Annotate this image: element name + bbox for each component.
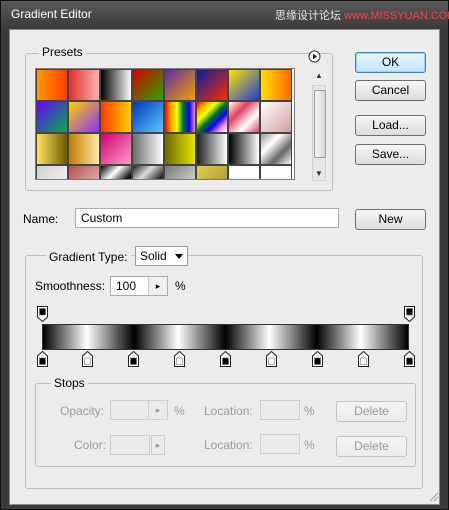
preset-swatch[interactable] [196, 69, 228, 101]
scrollbar-thumb[interactable] [314, 90, 326, 158]
resize-grip-icon[interactable] [429, 492, 439, 502]
window-title: Gradient Editor [11, 7, 92, 21]
preset-swatch[interactable] [164, 133, 196, 165]
smoothness-value: 100 [116, 279, 137, 293]
name-field[interactable]: Custom [75, 208, 339, 228]
new-button[interactable]: New [355, 209, 426, 230]
opacity-label: Opacity: [60, 404, 105, 418]
opacity-location-field[interactable] [260, 400, 300, 420]
cancel-button[interactable]: Cancel [355, 80, 426, 101]
preset-swatch[interactable] [36, 165, 68, 179]
chevron-down-icon [175, 254, 183, 259]
preset-swatch[interactable] [132, 133, 164, 165]
gradient-preview-bar[interactable] [42, 324, 409, 350]
smoothness-field[interactable]: 100 ▸ [110, 276, 168, 296]
preset-swatch[interactable] [228, 69, 260, 101]
gradient-type-select[interactable]: Solid [135, 246, 188, 266]
color-swatch-field[interactable] [110, 435, 150, 455]
stops-legend: Stops [51, 376, 88, 390]
save-button[interactable]: Save... [355, 144, 426, 165]
opacity-field[interactable]: ▸ [110, 400, 168, 420]
watermark-url: www.MISSYUAN.COM [344, 10, 449, 22]
preset-swatch[interactable] [228, 101, 260, 133]
opacity-location-unit: % [304, 404, 315, 418]
preset-swatch[interactable] [100, 133, 132, 165]
color-stop[interactable] [357, 350, 369, 367]
preset-swatch[interactable] [260, 69, 292, 101]
color-stop[interactable] [174, 350, 186, 367]
preset-swatch[interactable] [260, 165, 292, 179]
opacity-stop[interactable] [36, 306, 48, 323]
gradient-type-value: Solid [140, 249, 167, 263]
preset-swatch[interactable] [132, 101, 164, 133]
opacity-unit: % [174, 404, 185, 418]
ok-button[interactable]: OK [355, 52, 426, 73]
opacity-delete-button[interactable]: Delete [336, 401, 407, 422]
preset-swatch[interactable] [68, 165, 100, 179]
preset-swatch[interactable] [164, 165, 196, 179]
color-location-field[interactable] [260, 434, 300, 454]
opacity-location-label: Location: [204, 404, 253, 418]
preset-swatch[interactable] [100, 165, 132, 179]
name-label: Name: [23, 212, 59, 226]
smoothness-unit: % [175, 279, 186, 293]
presets-swatch-grid [35, 68, 295, 180]
preset-swatch[interactable] [100, 101, 132, 133]
circle-triangle-right-icon[interactable] [308, 50, 321, 63]
color-delete-button[interactable]: Delete [336, 436, 407, 457]
preset-swatch[interactable] [260, 133, 292, 165]
preset-swatch[interactable] [68, 133, 100, 165]
preset-swatch[interactable] [132, 69, 164, 101]
preset-swatch[interactable] [100, 69, 132, 101]
scroll-down-arrow[interactable]: ▼ [312, 167, 326, 181]
gradient-type-label: Gradient Type: [46, 250, 131, 264]
color-location-unit: % [304, 438, 315, 452]
color-stop[interactable] [311, 350, 323, 367]
color-stop[interactable] [128, 350, 140, 367]
smoothness-label: Smoothness: [35, 279, 106, 293]
preset-swatch[interactable] [196, 101, 228, 133]
preset-swatch[interactable] [36, 101, 68, 133]
scroll-up-arrow[interactable]: ▲ [312, 68, 326, 84]
load-button[interactable]: Load... [355, 115, 426, 136]
color-label: Color: [74, 438, 107, 452]
gradient-editor-window: Gradient Editor 思缘设计论坛 www.MISSYUAN.COM … [0, 0, 449, 510]
color-location-label: Location: [204, 438, 253, 452]
preset-swatch[interactable] [132, 165, 164, 179]
watermark: 思缘设计论坛 www.MISSYUAN.COM [275, 7, 449, 23]
preset-swatch[interactable] [164, 101, 196, 133]
color-stop[interactable] [403, 350, 415, 367]
preset-swatch[interactable] [196, 165, 228, 179]
preset-swatch[interactable] [36, 133, 68, 165]
presets-legend: Presets [39, 45, 86, 59]
watermark-chinese: 思缘设计论坛 [275, 10, 341, 22]
color-stop[interactable] [265, 350, 277, 367]
preset-swatch[interactable] [260, 101, 292, 133]
opacity-stop[interactable] [403, 306, 415, 323]
color-stop[interactable] [82, 350, 94, 367]
preset-swatch[interactable] [68, 69, 100, 101]
preset-swatch[interactable] [36, 69, 68, 101]
color-menu-arrow-icon[interactable]: ▸ [151, 435, 165, 455]
preset-swatch[interactable] [68, 101, 100, 133]
preset-swatch[interactable] [228, 165, 260, 179]
smoothness-dropdown-icon[interactable]: ▸ [148, 277, 167, 295]
preset-swatch[interactable] [196, 133, 228, 165]
preset-swatch[interactable] [228, 133, 260, 165]
opacity-dropdown-icon[interactable]: ▸ [148, 401, 167, 419]
title-bar[interactable]: Gradient Editor 思缘设计论坛 www.MISSYUAN.COM [1, 1, 449, 27]
color-stop[interactable] [220, 350, 231, 367]
color-stop[interactable] [36, 350, 48, 367]
preset-swatch[interactable] [164, 69, 196, 101]
